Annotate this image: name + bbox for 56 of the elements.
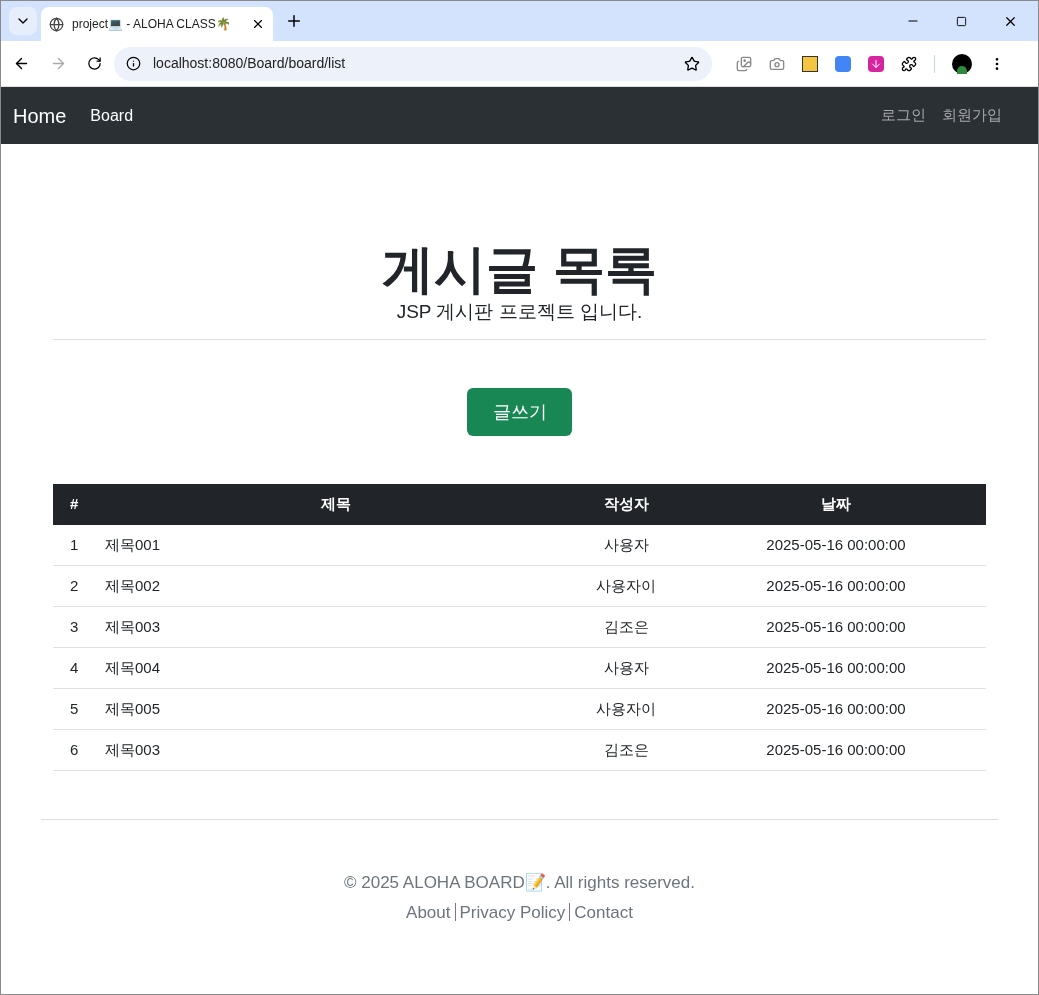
footer-link[interactable]: About: [406, 899, 451, 925]
column-header: 날짜: [820, 494, 852, 515]
table-cell-text: 김조은: [602, 616, 650, 637]
footer-link[interactable]: Privacy Policy: [459, 899, 566, 925]
write-button[interactable]: 글쓰기: [467, 388, 572, 436]
table-cell-text: 2025-05-16 00:00:00: [765, 698, 907, 719]
column-header: 제목: [319, 494, 352, 515]
table-cell-text: 2025-05-16 00:00:00: [765, 575, 907, 596]
bookmark-icon[interactable]: [684, 55, 700, 72]
table-cell-text: 6: [69, 739, 80, 760]
table-cell-text: 제목005: [105, 698, 162, 719]
table-cell-text: 2025-05-16 00:00:00: [765, 739, 907, 760]
page-subtitle: JSP 게시판 프로젝트 입니다.: [396, 300, 643, 324]
close-icon[interactable]: [251, 17, 265, 31]
info-icon: [126, 56, 141, 71]
table-cell-text: 사용자: [602, 534, 650, 555]
back-icon[interactable]: [13, 55, 30, 72]
new-tab-icon[interactable]: [285, 12, 303, 30]
table-cell-text: 제목003: [105, 616, 162, 637]
globe-icon: [49, 16, 64, 32]
table-cell-text: 2025-05-16 00:00:00: [765, 534, 907, 555]
table-cell-text: 5: [69, 698, 80, 719]
column-header: #: [69, 494, 80, 515]
table-cell-text: 2: [69, 575, 80, 596]
maximize-icon[interactable]: [956, 15, 967, 27]
profile-avatar[interactable]: [952, 53, 972, 74]
brand-link[interactable]: Home: [13, 100, 67, 131]
nav-link[interactable]: 회원가입: [942, 104, 1002, 127]
table-cell-text: 제목003: [105, 739, 162, 760]
table-cell-text: 4: [69, 657, 80, 678]
address-bar[interactable]: localhost:8080/Board/board/list: [114, 46, 712, 81]
browser-tab[interactable]: project💻 - ALOHA CLASS🌴: [41, 7, 273, 41]
camera-icon[interactable]: [769, 55, 785, 72]
page-title: 게시글 목록: [382, 239, 657, 299]
gallery-icon[interactable]: [736, 55, 752, 72]
table-cell-text: 사용자: [602, 657, 650, 678]
table-cell-text: 3: [69, 616, 80, 637]
footer-link[interactable]: Contact: [574, 899, 633, 925]
table-cell-text: 김조은: [602, 739, 650, 760]
copyright-text: © 2025 ALOHA BOARD📝. All rights reserved.: [344, 872, 695, 894]
table-cell-text: 제목001: [105, 534, 162, 555]
table-cell-text: 2025-05-16 00:00:00: [765, 657, 907, 678]
table-cell-text: 사용자이: [595, 698, 657, 719]
reload-icon[interactable]: [87, 56, 102, 71]
tab-title: project💻 - ALOHA CLASS🌴: [72, 16, 232, 33]
download-extension-icon[interactable]: [868, 55, 884, 72]
table-cell-text: 제목004: [105, 657, 162, 678]
table-cell-text: 사용자이: [595, 575, 657, 596]
extensions-icon[interactable]: [901, 55, 917, 72]
address-text: localhost:8080/Board/board/list: [153, 54, 347, 73]
column-header: 작성자: [602, 494, 650, 515]
nav-link[interactable]: 로그인: [881, 104, 926, 127]
table-cell-text: 제목002: [105, 575, 162, 596]
nav-link[interactable]: Board: [90, 103, 134, 128]
table-cell-text: 1: [69, 534, 80, 555]
table-cell-text: 2025-05-16 00:00:00: [765, 616, 907, 637]
